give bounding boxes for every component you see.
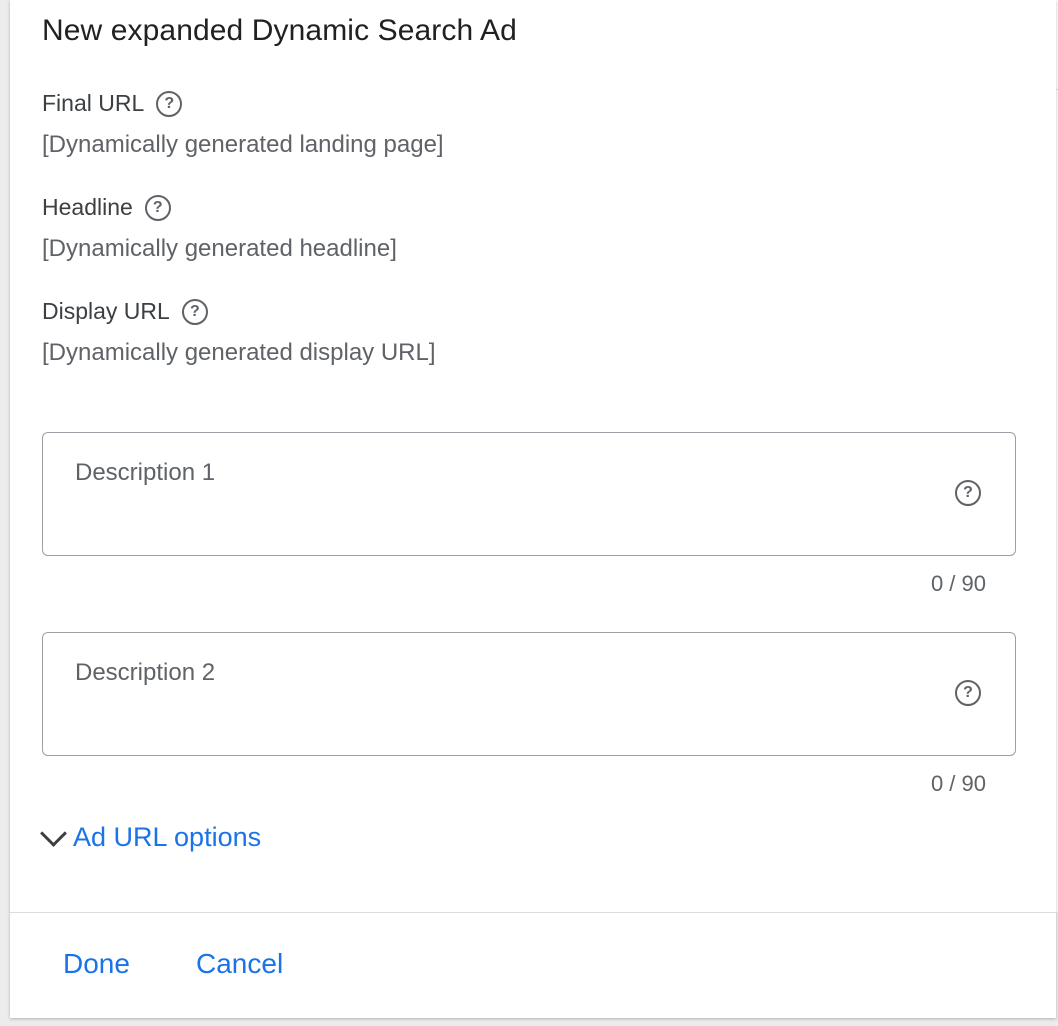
- description-1-field[interactable]: ?: [42, 432, 1016, 556]
- description-2-input[interactable]: [75, 659, 935, 687]
- ad-url-options-label: Ad URL options: [73, 822, 262, 852]
- ad-editor-dialog: New expanded Dynamic Search Ad Final URL…: [10, 0, 1056, 1018]
- display-url-help-icon[interactable]: ?: [181, 298, 208, 325]
- final-url-help-icon[interactable]: ?: [156, 90, 183, 117]
- headline-label-row: Headline ?: [42, 194, 171, 221]
- description-2-field[interactable]: ?: [42, 632, 1016, 756]
- final-url-label: Final URL: [42, 90, 145, 116]
- chevron-down-icon: [40, 820, 67, 847]
- headline-value: [Dynamically generated headline]: [42, 235, 397, 262]
- dialog-title: New expanded Dynamic Search Ad: [42, 14, 517, 47]
- cancel-button[interactable]: Cancel: [196, 948, 283, 980]
- headline-label: Headline: [42, 194, 133, 220]
- footer-divider: [10, 912, 1056, 913]
- display-url-label: Display URL: [42, 298, 170, 324]
- display-url-label-row: Display URL ?: [42, 298, 208, 325]
- description-1-counter: 0 / 90: [930, 571, 986, 596]
- description-2-help-icon[interactable]: ?: [955, 680, 981, 706]
- description-2-counter: 0 / 90: [930, 771, 986, 796]
- final-url-value: [Dynamically generated landing page]: [42, 131, 444, 158]
- display-url-value: [Dynamically generated display URL]: [42, 339, 436, 366]
- done-button[interactable]: Done: [63, 948, 130, 980]
- ad-url-options-toggle[interactable]: Ad URL options: [38, 820, 262, 853]
- headline-help-icon[interactable]: ?: [144, 194, 171, 221]
- description-1-help-icon[interactable]: ?: [955, 480, 981, 506]
- final-url-label-row: Final URL ?: [42, 90, 183, 117]
- description-1-input[interactable]: [75, 459, 935, 487]
